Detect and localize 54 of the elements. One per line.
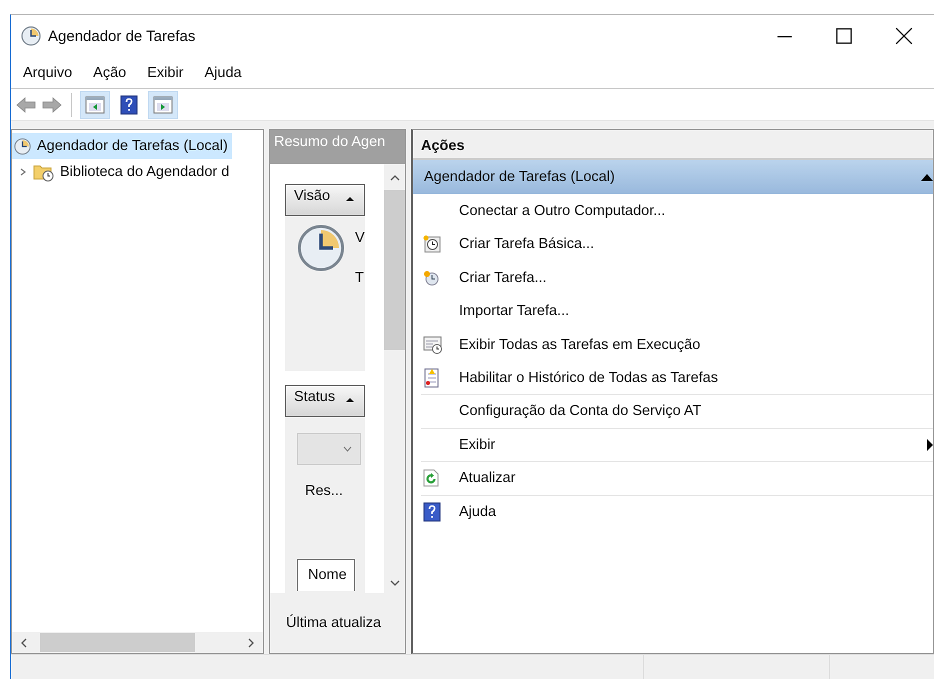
scroll-up-icon[interactable] — [390, 174, 400, 182]
clock-icon — [21, 26, 41, 46]
window-title: Agendador de Tarefas — [48, 28, 196, 44]
pane-icon — [85, 96, 105, 114]
menu-item[interactable]: Ação — [93, 64, 126, 80]
pane-header: Resumo do Agen — [270, 130, 405, 164]
menu-item[interactable]: Ajuda — [204, 64, 242, 80]
calendar-clock-icon — [423, 235, 441, 254]
section-header[interactable]: Status — [285, 385, 365, 417]
help-icon — [423, 502, 441, 522]
refresh-icon — [423, 469, 439, 488]
show-tree-button[interactable] — [80, 90, 110, 118]
dropdown-caret-icon — [343, 446, 352, 452]
clock-icon — [297, 224, 345, 272]
collapse-arrow-icon — [921, 174, 933, 180]
scroll-down-icon[interactable] — [390, 579, 400, 587]
action-link[interactable]: Exibir — [459, 436, 496, 453]
vertical-scrollbar[interactable] — [384, 164, 405, 593]
overview-text: T — [355, 270, 365, 286]
scrollbar-thumb[interactable] — [384, 190, 405, 350]
pane-icon — [153, 96, 173, 114]
window-clock-icon — [423, 336, 443, 354]
menu-item[interactable]: Exibir — [147, 64, 184, 80]
notebook-icon — [423, 368, 439, 388]
action-link[interactable]: Habilitar o Histórico de Todas as Tarefas — [459, 370, 718, 386]
scroll-right-icon[interactable] — [247, 638, 255, 648]
action-link[interactable]: Ajuda — [459, 504, 496, 520]
show-actions-button[interactable] — [148, 90, 178, 118]
submenu-arrow-icon — [927, 438, 933, 451]
action-link[interactable]: Criar Tarefa... — [459, 270, 547, 286]
section-header[interactable]: Visão — [285, 184, 365, 216]
action-link[interactable]: Conectar a Outro Computador... — [459, 202, 666, 219]
last-updated-text: Última atualiza — [286, 615, 382, 631]
action-link[interactable]: Exibir Todas as Tarefas em Execução — [459, 336, 700, 353]
action-link[interactable]: Atualizar — [459, 470, 516, 486]
collapse-arrow-icon — [346, 397, 354, 403]
collapse-arrow-icon — [346, 196, 354, 202]
expand-chevron-icon[interactable] — [18, 167, 28, 177]
action-group-header[interactable]: Agendador de Tarefas (Local) — [413, 160, 933, 194]
action-link[interactable]: Importar Tarefa... — [459, 303, 570, 320]
tree-item[interactable]: Biblioteca do Agendador d — [12, 159, 234, 185]
tree-item[interactable]: Agendador de Tarefas (Local) — [12, 133, 232, 159]
menu-item[interactable]: Arquivo — [23, 64, 72, 80]
action-link[interactable]: Criar Tarefa Básica... — [459, 236, 594, 252]
actions-header: Ações — [413, 130, 933, 160]
status-text: Res... — [305, 483, 344, 499]
clock-icon — [14, 138, 31, 154]
scrollbar-thumb[interactable] — [40, 633, 195, 652]
action-link[interactable]: Configuração da Conta do Serviço AT — [459, 403, 702, 420]
overview-text: V — [355, 230, 365, 246]
column-header[interactable]: Nome — [297, 559, 355, 591]
horizontal-scrollbar[interactable] — [12, 632, 263, 653]
scroll-left-icon[interactable] — [20, 638, 28, 648]
help-icon — [120, 94, 138, 114]
